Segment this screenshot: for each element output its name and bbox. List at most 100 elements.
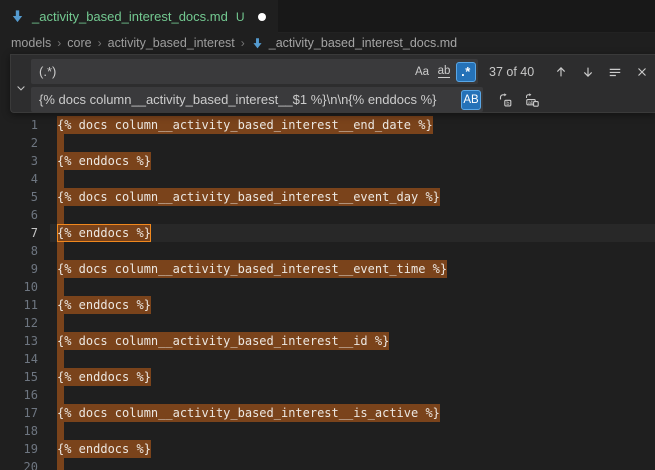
editor-line[interactable]: 9 {% docs column__activity_based_interest… [0, 260, 655, 278]
editor-line[interactable]: 14 [0, 350, 655, 368]
editor-line[interactable]: 6 [0, 206, 655, 224]
editor-line[interactable]: 13{% docs column__activity_based_interes… [0, 332, 655, 350]
editor-line[interactable]: 1 {% docs column__activity_based_interest… [0, 116, 655, 134]
editor-line[interactable]: 18 [0, 422, 655, 440]
editor-line[interactable]: 19 {% enddocs %} [0, 440, 655, 458]
git-status-badge: U [236, 10, 245, 24]
replace-all-button[interactable]: ab [522, 89, 541, 111]
line-number: 11 [0, 296, 38, 314]
line-number: 1 [0, 116, 38, 134]
find-match-highlight: {% docs column__activity_based_interest_… [57, 404, 440, 422]
editor-line[interactable]: 20 [0, 458, 655, 470]
svg-text:ab: ab [528, 99, 534, 105]
find-match-highlight: {% docs column__activity_based_interest_… [57, 188, 440, 206]
find-replace-widget: (.*) Aa ab .* 37 of 40 [10, 54, 655, 113]
line-text [57, 278, 64, 296]
editor-line[interactable]: 5{% docs column__activity_based_interest… [0, 188, 655, 206]
line-number: 15 [0, 368, 38, 386]
line-text: {% docs column__activity_based_interest_… [57, 116, 433, 134]
editor-line[interactable]: 16 [0, 386, 655, 404]
find-match-highlight: {% enddocs %} [57, 152, 151, 170]
tab-filename: _activity_based_interest_docs.md [32, 9, 228, 24]
next-match-button[interactable] [578, 61, 597, 83]
replace-one-button[interactable]: b [495, 89, 514, 111]
line-text [57, 206, 64, 224]
line-number: 14 [0, 350, 38, 368]
find-match-empty-highlight [57, 206, 64, 224]
find-match-highlight: {% docs column__activity_based_interest_… [57, 260, 447, 278]
breadcrumb-item-file[interactable]: _activity_based_interest_docs.md [251, 36, 457, 50]
line-text: {% enddocs %} [57, 368, 151, 386]
line-number: 20 [0, 458, 38, 470]
find-match-highlight: {% enddocs %} [57, 368, 151, 386]
editor-line[interactable]: 4 [0, 170, 655, 188]
line-text: {% docs column__activity_based_interest_… [57, 404, 440, 422]
line-text [57, 314, 64, 332]
whole-word-toggle[interactable]: ab [434, 62, 454, 82]
line-text [57, 458, 64, 470]
breadcrumb-item-activity-based-interest[interactable]: activity_based_interest [108, 36, 235, 50]
replace-icon: b [497, 92, 513, 108]
line-number: 10 [0, 278, 38, 296]
line-number: 9 [0, 260, 38, 278]
breadcrumb: models › core › activity_based_interest … [0, 33, 655, 53]
regex-toggle[interactable]: .* [456, 62, 476, 82]
editor-line[interactable]: 10 [0, 278, 655, 296]
replace-buttons: b ab [495, 89, 541, 111]
arrow-up-icon [554, 65, 568, 79]
find-input[interactable]: (.*) Aa ab .* [31, 59, 478, 84]
modified-dot-icon[interactable] [258, 13, 266, 21]
editor-line[interactable]: 8 [0, 242, 655, 260]
line-text: {% enddocs %} [57, 152, 151, 170]
tab-bar: _activity_based_interest_docs.md U [0, 0, 655, 33]
close-icon [635, 65, 649, 79]
line-text [57, 242, 64, 260]
preserve-case-toggle[interactable]: AB [461, 90, 481, 110]
line-number: 19 [0, 440, 38, 458]
find-match-empty-highlight [57, 350, 64, 368]
line-number: 2 [0, 134, 38, 152]
find-match-empty-highlight [57, 314, 64, 332]
close-find-button[interactable] [632, 61, 651, 83]
line-text: {% docs column__activity_based_interest_… [57, 188, 440, 206]
find-match-empty-highlight [57, 134, 64, 152]
file-type-icon [251, 37, 264, 50]
tab-active-file[interactable]: _activity_based_interest_docs.md U [0, 0, 278, 33]
editor-line[interactable]: 11 {% enddocs %} [0, 296, 655, 314]
chevron-down-icon [15, 82, 27, 94]
line-number: 12 [0, 314, 38, 332]
breadcrumb-file-label: _activity_based_interest_docs.md [269, 36, 457, 50]
line-text: {% enddocs %} [57, 440, 151, 458]
editor-line[interactable]: 3 {% enddocs %} [0, 152, 655, 170]
selection-lines-icon [608, 65, 622, 79]
find-in-selection-button[interactable] [605, 61, 624, 83]
toggle-replace-button[interactable] [12, 79, 29, 96]
editor-window: _activity_based_interest_docs.md U model… [0, 0, 655, 470]
find-match-empty-highlight [57, 386, 64, 404]
find-match-empty-highlight [57, 422, 64, 440]
editor-line[interactable]: 2 [0, 134, 655, 152]
editor-line[interactable]: 12 [0, 314, 655, 332]
find-match-empty-highlight [57, 170, 64, 188]
previous-match-button[interactable] [551, 61, 570, 83]
line-number: 3 [0, 152, 38, 170]
editor-line[interactable]: 7{% enddocs %} [0, 224, 655, 242]
line-number: 18 [0, 422, 38, 440]
find-match-highlight: {% docs column__activity_based_interest_… [57, 116, 433, 134]
replace-all-icon: ab [524, 92, 540, 108]
replace-row: {% docs column__activity_based_interest_… [31, 87, 541, 112]
breadcrumb-item-core[interactable]: core [67, 36, 91, 50]
replace-input[interactable]: {% docs column__activity_based_interest_… [31, 87, 483, 112]
match-case-toggle[interactable]: Aa [412, 62, 432, 82]
breadcrumb-item-models[interactable]: models [11, 36, 51, 50]
line-number: 13 [0, 332, 38, 350]
line-text [57, 422, 64, 440]
editor-line[interactable]: 15 {% enddocs %} [0, 368, 655, 386]
line-number: 7 [0, 224, 38, 242]
line-text [57, 134, 64, 152]
find-match-highlight: {% enddocs %} [57, 296, 151, 314]
line-number: 4 [0, 170, 38, 188]
chevron-right-icon: › [96, 36, 104, 50]
editor-line[interactable]: 17{% docs column__activity_based_interes… [0, 404, 655, 422]
match-count: 37 of 40 [489, 65, 539, 79]
